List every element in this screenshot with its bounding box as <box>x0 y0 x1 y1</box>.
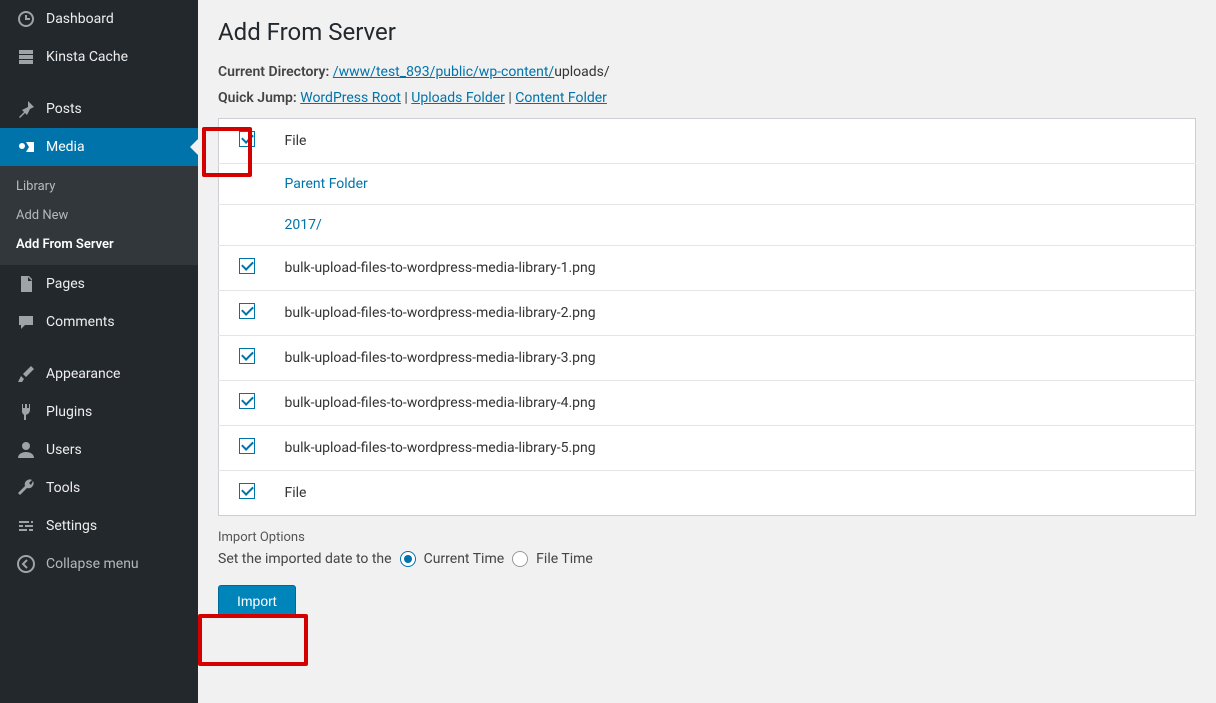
file-checkbox[interactable] <box>239 303 255 319</box>
select-all-checkbox-top[interactable] <box>239 131 255 147</box>
file-checkbox[interactable] <box>239 348 255 364</box>
media-icon <box>16 137 36 157</box>
table-row: bulk-upload-files-to-wordpress-media-lib… <box>219 291 1196 336</box>
sidebar-item-kinsta-cache[interactable]: Kinsta Cache <box>0 38 198 76</box>
radio-current-time[interactable] <box>400 551 416 567</box>
sidebar-item-label: Appearance <box>46 366 120 382</box>
sidebar-sub-library[interactable]: Library <box>0 172 198 201</box>
sidebar-item-comments[interactable]: Comments <box>0 303 198 341</box>
import-options: Import Options Set the imported date to … <box>218 530 1196 567</box>
sidebar-item-dashboard[interactable]: Dashboard <box>0 0 198 38</box>
sidebar-item-label: Dashboard <box>46 11 114 27</box>
brush-icon <box>16 364 36 384</box>
file-checkbox[interactable] <box>239 258 255 274</box>
table-row: bulk-upload-files-to-wordpress-media-lib… <box>219 246 1196 291</box>
sidebar-item-tools[interactable]: Tools <box>0 469 198 507</box>
quick-jump-label: Quick Jump: <box>218 90 297 106</box>
current-directory-link[interactable]: /www/test_893/public/wp-content/ <box>333 64 554 80</box>
sidebar-item-label: Comments <box>46 314 115 330</box>
table-row: 2017/ <box>219 205 1196 246</box>
main-content: Add From Server Current Directory: /www/… <box>198 0 1216 703</box>
table-row: bulk-upload-files-to-wordpress-media-lib… <box>219 426 1196 471</box>
sidebar-item-users[interactable]: Users <box>0 431 198 469</box>
highlight-import-button <box>198 614 308 666</box>
admin-sidebar: Dashboard Kinsta Cache Posts Media Libra… <box>0 0 198 703</box>
import-options-label: Import Options <box>218 530 1196 545</box>
wrench-icon <box>16 478 36 498</box>
quick-jump-line: Quick Jump: WordPress Root | Uploads Fol… <box>218 90 1196 106</box>
sidebar-item-label: Plugins <box>46 404 92 420</box>
file-table-footer-checkbox-cell <box>219 471 275 516</box>
sidebar-item-label: Settings <box>46 518 97 534</box>
sidebar-item-pages[interactable]: Pages <box>0 265 198 303</box>
pin-icon <box>16 99 36 119</box>
file-checkbox[interactable] <box>239 438 255 454</box>
sidebar-submenu-media: Library Add New Add From Server <box>0 166 198 265</box>
sidebar-sub-add-new[interactable]: Add New <box>0 201 198 230</box>
table-row: bulk-upload-files-to-wordpress-media-lib… <box>219 381 1196 426</box>
quick-jump-uploads-folder[interactable]: Uploads Folder <box>411 90 505 106</box>
sidebar-item-posts[interactable]: Posts <box>0 90 198 128</box>
file-table-header-checkbox-cell <box>219 119 275 164</box>
import-button[interactable]: Import <box>218 585 296 617</box>
dashboard-icon <box>16 9 36 29</box>
page-icon <box>16 274 36 294</box>
radio-current-time-label: Current Time <box>424 551 505 567</box>
table-row: Parent Folder <box>219 164 1196 205</box>
sidebar-item-media[interactable]: Media <box>0 128 198 166</box>
folder-link[interactable]: 2017/ <box>285 217 322 233</box>
sidebar-item-appearance[interactable]: Appearance <box>0 355 198 393</box>
user-icon <box>16 440 36 460</box>
file-table-header-file: File <box>275 119 1196 164</box>
sidebar-item-label: Users <box>46 442 82 458</box>
select-all-checkbox-bottom[interactable] <box>239 483 255 499</box>
sidebar-item-label: Kinsta Cache <box>46 49 128 65</box>
file-name: bulk-upload-files-to-wordpress-media-lib… <box>275 381 1196 426</box>
file-checkbox[interactable] <box>239 393 255 409</box>
quick-jump-wordpress-root[interactable]: WordPress Root <box>300 90 401 106</box>
parent-folder-link[interactable]: Parent Folder <box>285 176 368 192</box>
sidebar-sub-add-from-server[interactable]: Add From Server <box>0 230 198 259</box>
file-name: bulk-upload-files-to-wordpress-media-lib… <box>275 426 1196 471</box>
file-name: bulk-upload-files-to-wordpress-media-lib… <box>275 246 1196 291</box>
file-name: bulk-upload-files-to-wordpress-media-lib… <box>275 336 1196 381</box>
collapse-icon <box>16 554 36 574</box>
collapse-menu[interactable]: Collapse menu <box>0 545 198 583</box>
sidebar-item-label: Posts <box>46 101 82 117</box>
quick-jump-content-folder[interactable]: Content Folder <box>515 90 607 106</box>
sidebar-item-plugins[interactable]: Plugins <box>0 393 198 431</box>
sliders-icon <box>16 516 36 536</box>
sidebar-item-label: Pages <box>46 276 85 292</box>
cache-icon <box>16 47 36 67</box>
table-row: bulk-upload-files-to-wordpress-media-lib… <box>219 336 1196 381</box>
radio-file-time[interactable] <box>512 551 528 567</box>
sidebar-item-label: Media <box>46 139 85 155</box>
file-table-footer-file: File <box>275 471 1196 516</box>
sidebar-item-label: Tools <box>46 480 80 496</box>
import-date-prompt: Set the imported date to the <box>218 551 392 567</box>
current-directory-label: Current Directory: <box>218 64 329 80</box>
file-table: File Parent Folder 2017/ bulk-upload-fil… <box>218 118 1196 516</box>
radio-file-time-label: File Time <box>536 551 593 567</box>
collapse-label: Collapse menu <box>46 556 139 572</box>
plug-icon <box>16 402 36 422</box>
file-name: bulk-upload-files-to-wordpress-media-lib… <box>275 291 1196 336</box>
page-title: Add From Server <box>218 18 1196 46</box>
sidebar-item-settings[interactable]: Settings <box>0 507 198 545</box>
current-directory-line: Current Directory: /www/test_893/public/… <box>218 64 1196 80</box>
current-directory-suffix: uploads/ <box>554 64 609 80</box>
comments-icon <box>16 312 36 332</box>
